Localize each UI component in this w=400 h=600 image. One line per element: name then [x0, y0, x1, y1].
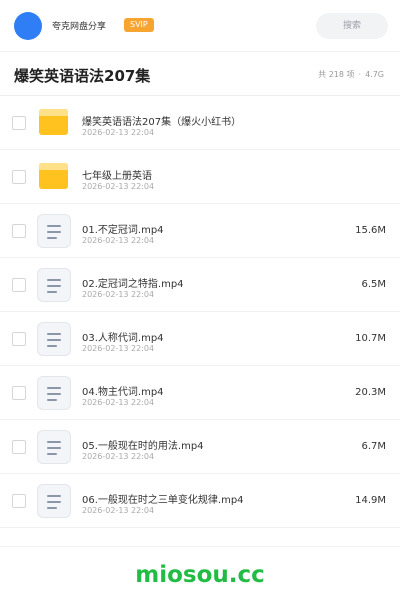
file-size: 20.3M	[355, 387, 386, 398]
select-checkbox[interactable]	[12, 440, 26, 454]
meta-separator: ·	[358, 70, 362, 79]
list-item[interactable]: 七年级上册英语 2026-02-13 22:04	[0, 150, 400, 204]
list-item[interactable]: 05.一般现在时的用法.mp4 2026-02-13 22:04 6.7M	[0, 420, 400, 474]
file-name: 05.一般现在时的用法.mp4	[82, 441, 204, 452]
watermark-brand: miosou.cc	[135, 562, 265, 588]
list-item[interactable]: 06.一般现在时之三单变化规律.mp4 2026-02-13 22:04 14.…	[0, 474, 400, 528]
video-file-icon	[37, 268, 71, 302]
list-item[interactable]: 01.不定冠词.mp4 2026-02-13 22:04 15.6M	[0, 204, 400, 258]
file-size: 14.9M	[355, 495, 386, 506]
top-bar: 夸克网盘分享 SVIP 搜索	[0, 0, 400, 52]
folder-icon	[39, 163, 68, 189]
select-checkbox[interactable]	[12, 494, 26, 508]
file-size: 6.7M	[361, 441, 386, 452]
select-checkbox[interactable]	[12, 278, 26, 292]
folder-icon	[39, 109, 68, 135]
select-checkbox[interactable]	[12, 332, 26, 346]
select-checkbox[interactable]	[12, 386, 26, 400]
list-item[interactable]: 03.人称代词.mp4 2026-02-13 22:04 10.7M	[0, 312, 400, 366]
file-name: 七年级上册英语	[82, 171, 152, 182]
video-file-icon	[37, 322, 71, 356]
video-file-icon	[37, 430, 71, 464]
select-checkbox[interactable]	[12, 224, 26, 238]
file-name: 06.一般现在时之三单变化规律.mp4	[82, 495, 244, 506]
file-name: 01.不定冠词.mp4	[82, 225, 164, 236]
file-name: 爆笑英语语法207集（爆火小红书）	[82, 117, 242, 128]
svip-badge: SVIP	[124, 18, 154, 32]
title-row: 爆笑英语语法207集 共 218 项 · 4.7G	[0, 52, 400, 96]
file-date: 2026-02-13 22:04	[82, 398, 155, 407]
page-title: 爆笑英语语法207集	[14, 67, 151, 85]
video-file-icon	[37, 376, 71, 410]
select-checkbox[interactable]	[12, 170, 26, 184]
item-count: 共 218 项	[318, 70, 355, 79]
file-date: 2026-02-13 22:04	[82, 506, 155, 515]
list-item[interactable]: 02.定冠词之特指.mp4 2026-02-13 22:04 6.5M	[0, 258, 400, 312]
video-file-icon	[37, 214, 71, 248]
avatar[interactable]	[14, 12, 42, 40]
file-name: 04.物主代词.mp4	[82, 387, 164, 398]
file-size: 6.5M	[361, 279, 386, 290]
file-name: 03.人称代词.mp4	[82, 333, 164, 344]
list-item[interactable]: 04.物主代词.mp4 2026-02-13 22:04 20.3M	[0, 366, 400, 420]
search-input[interactable]: 搜索	[316, 13, 388, 39]
select-checkbox[interactable]	[12, 116, 26, 130]
file-size: 15.6M	[355, 225, 386, 236]
total-size: 4.7G	[365, 70, 384, 79]
video-file-icon	[37, 484, 71, 518]
file-date: 2026-02-13 22:04	[82, 182, 155, 191]
share-summary: 共 218 项 · 4.7G	[318, 69, 388, 80]
site-name: 夸克网盘分享	[52, 22, 107, 32]
file-name: 02.定冠词之特指.mp4	[82, 279, 184, 290]
file-date: 2026-02-13 22:04	[82, 452, 155, 461]
divider	[0, 546, 400, 547]
list-item[interactable]: 爆笑英语语法207集（爆火小红书） 2026-02-13 22:04	[0, 96, 400, 150]
file-date: 2026-02-13 22:04	[82, 290, 155, 299]
file-size: 10.7M	[355, 333, 386, 344]
file-date: 2026-02-13 22:04	[82, 128, 155, 137]
file-date: 2026-02-13 22:04	[82, 236, 155, 245]
file-date: 2026-02-13 22:04	[82, 344, 155, 353]
file-list: 爆笑英语语法207集（爆火小红书） 2026-02-13 22:04 七年级上册…	[0, 96, 400, 528]
